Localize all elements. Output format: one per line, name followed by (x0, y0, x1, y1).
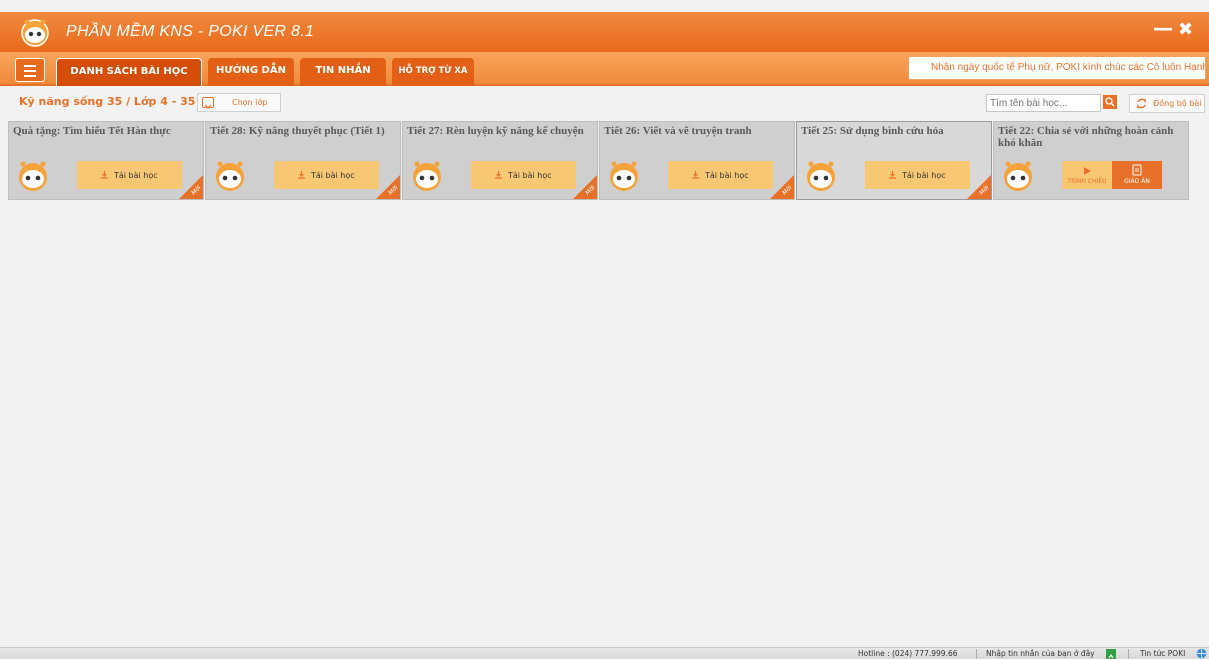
download-icon (692, 171, 699, 179)
poki-mascot-icon (807, 161, 835, 191)
lesson-card[interactable]: Tiết 27: Rèn luyện kỹ năng kể chuyện Tải… (402, 121, 598, 200)
download-label: Tải bài học (508, 171, 552, 180)
tab-bar: DANH SÁCH BÀI HỌC HƯỚNG DẪN TIN NHẮN HỖ … (0, 52, 1209, 86)
sub-header: Kỹ năng sống 35 / Lớp 4 - 35 Chọn lớp Đồ… (0, 88, 1209, 116)
tab-guide[interactable]: HƯỚNG DẪN (208, 58, 294, 86)
lesson-title: Tiết 26: Viết và vẽ truyện tranh (604, 125, 752, 137)
poki-mascot-icon (413, 161, 441, 191)
lesson-title: Quà tặng: Tìm hiểu Tết Hàn thực (13, 125, 171, 137)
news-link[interactable]: Tin tức POKI (1140, 649, 1185, 658)
download-label: Tải bài học (705, 171, 749, 180)
hamburger-icon (24, 65, 36, 67)
poki-logo-icon (21, 19, 49, 47)
new-badge: Mới (770, 175, 794, 199)
lesson-plan-button[interactable]: GIÁO ÁN (1112, 161, 1162, 189)
search-button[interactable] (1103, 95, 1117, 109)
new-badge: Mới (967, 175, 991, 199)
lesson-card[interactable]: Tiết 28: Kỹ năng thuyết phục (Tiết 1) Tả… (205, 121, 401, 200)
message-prompt[interactable]: Nhập tin nhắn của bạn ở đây (986, 649, 1095, 658)
sync-label: Đồng bộ bài (1153, 99, 1202, 108)
new-badge: Mới (179, 175, 203, 199)
divider (1128, 649, 1129, 659)
send-message-button[interactable] (1106, 649, 1116, 659)
download-label: Tải bài học (902, 171, 946, 180)
poki-mascot-icon (1004, 161, 1032, 191)
download-icon (101, 171, 108, 179)
status-bar: Hotline : (024) 777.999.66 Nhập tin nhắn… (0, 647, 1209, 659)
download-icon (495, 171, 502, 179)
lesson-title: Tiết 25: Sử dụng bình cứu hỏa (801, 125, 944, 137)
lesson-title: Tiết 22: Chia sẻ với những hoàn cảnh khó… (998, 125, 1174, 149)
present-button[interactable]: TRÌNH CHIẾU (1062, 161, 1112, 189)
title-bar: PHẦN MỀM KNS - POKI VER 8.1 — ✖ (0, 12, 1209, 52)
search-icon (1105, 97, 1115, 107)
download-lesson-button[interactable]: Tải bài học (668, 161, 773, 189)
download-icon (889, 171, 896, 179)
download-lesson-button[interactable]: Tải bài học (274, 161, 379, 189)
app-title: PHẦN MỀM KNS - POKI VER 8.1 (66, 23, 315, 40)
globe-icon[interactable] (1196, 648, 1207, 659)
tab-remote-support[interactable]: HỖ TRỢ TỪ XA (392, 58, 474, 86)
new-badge: Mới (376, 175, 400, 199)
sync-icon (1137, 98, 1146, 109)
lesson-title: Tiết 28: Kỹ năng thuyết phục (Tiết 1) (210, 125, 385, 137)
download-icon (298, 171, 305, 179)
close-button[interactable]: ✖ (1178, 19, 1193, 40)
new-badge: Mới (573, 175, 597, 199)
document-icon (1132, 164, 1142, 176)
choose-class-label: Chọn lớp (232, 98, 268, 107)
minimize-button[interactable]: — (1153, 16, 1173, 40)
hamburger-menu-button[interactable] (15, 58, 45, 82)
download-lesson-button[interactable]: Tải bài học (865, 161, 970, 189)
arrow-up-icon (1108, 653, 1114, 659)
lesson-card[interactable]: Tiết 25: Sử dụng bình cứu hỏa Tải bài họ… (796, 121, 992, 200)
announcement-marquee: Nhân ngày quốc tế Phụ nữ, POKI kính chúc… (908, 56, 1206, 80)
hotline-text: Hotline : (024) 777.999.66 (858, 649, 958, 658)
tab-messages[interactable]: TIN NHẮN (300, 58, 386, 86)
tab-lesson-list[interactable]: DANH SÁCH BÀI HỌC (56, 58, 202, 86)
lesson-title: Tiết 27: Rèn luyện kỹ năng kể chuyện (407, 125, 584, 137)
divider (976, 649, 977, 659)
download-label: Tải bài học (311, 171, 355, 180)
choose-class-button[interactable]: Chọn lớp (197, 93, 281, 112)
download-lesson-button[interactable]: Tải bài học (471, 161, 576, 189)
play-icon (1084, 167, 1091, 175)
breadcrumb: Kỹ năng sống 35 / Lớp 4 - 35 (19, 95, 196, 108)
lesson-plan-label: GIÁO ÁN (1124, 178, 1150, 185)
download-lesson-button[interactable]: Tải bài học (77, 161, 182, 189)
poki-mascot-icon (216, 161, 244, 191)
lesson-card[interactable]: Quà tặng: Tìm hiểu Tết Hàn thực Tải bài … (8, 121, 204, 200)
poki-mascot-icon (19, 161, 47, 191)
sync-lessons-button[interactable]: Đồng bộ bài (1129, 94, 1205, 113)
search-input[interactable] (986, 94, 1101, 112)
download-label: Tải bài học (114, 171, 158, 180)
present-label: TRÌNH CHIẾU (1067, 178, 1107, 185)
lesson-card[interactable]: Tiết 22: Chia sẻ với những hoàn cảnh khó… (993, 121, 1189, 200)
lesson-card[interactable]: Tiết 26: Viết và vẽ truyện tranh Tải bài… (599, 121, 795, 200)
chevron-down-icon (202, 97, 214, 109)
poki-mascot-icon (610, 161, 638, 191)
